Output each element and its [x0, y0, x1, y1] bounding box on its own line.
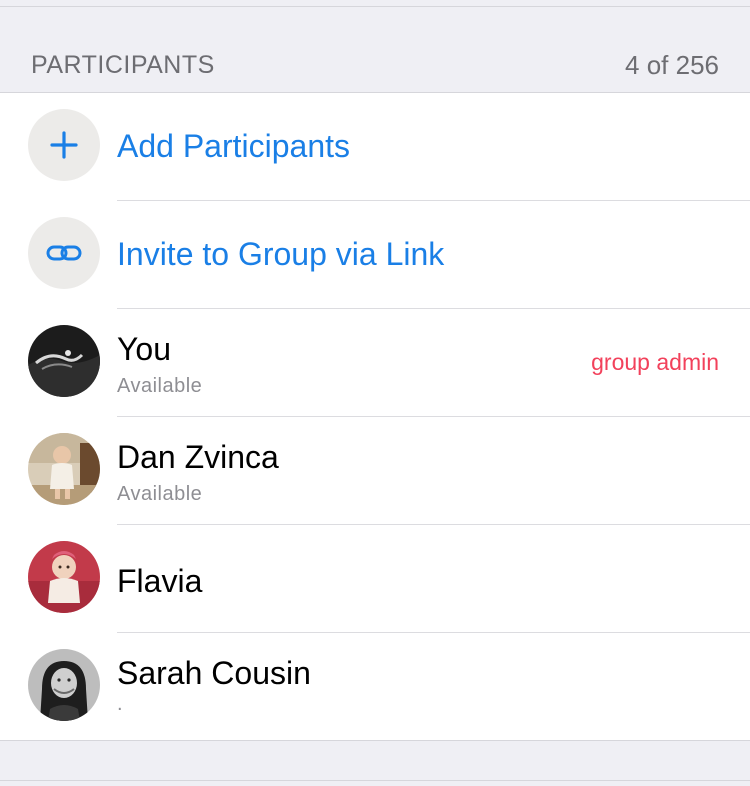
participants-section-header: PARTICIPANTS 4 of 256: [0, 7, 750, 93]
participant-status: Available: [117, 483, 203, 505]
participant-status: Available: [117, 375, 203, 397]
add-participants-label[interactable]: Add Participants: [117, 128, 350, 165]
bottom-divider: [0, 780, 750, 781]
participant-name: Sarah Cousin: [117, 655, 311, 691]
participant-name: You: [117, 331, 171, 367]
participant-name: Flavia: [117, 563, 203, 599]
add-participants-button[interactable]: [28, 109, 100, 181]
participant-status: .: [117, 693, 124, 715]
participants-list: Add Participants Invite to Group via Lin…: [0, 93, 750, 741]
avatar[interactable]: [28, 541, 100, 613]
add-participants-row[interactable]: Add Participants: [0, 93, 750, 201]
group-admin-badge: group admin: [591, 349, 719, 375]
participant-row-dan-zvinca[interactable]: Dan Zvinca Available: [0, 417, 750, 525]
participant-name: Dan Zvinca: [117, 439, 279, 475]
participant-row-flavia[interactable]: Flavia: [0, 525, 750, 633]
avatar[interactable]: [28, 433, 100, 505]
avatar[interactable]: [28, 649, 100, 721]
participant-row-you[interactable]: You Available group admin: [0, 309, 750, 417]
participant-count: 4 of 256: [625, 50, 719, 80]
invite-link-label[interactable]: Invite to Group via Link: [117, 236, 444, 273]
plus-icon: [50, 131, 78, 159]
participant-row-sarah-cousin[interactable]: Sarah Cousin .: [0, 633, 750, 740]
invite-link-button[interactable]: [28, 217, 100, 289]
avatar[interactable]: [28, 325, 100, 397]
invite-link-row[interactable]: Invite to Group via Link: [0, 201, 750, 309]
section-title: PARTICIPANTS: [31, 51, 215, 79]
link-icon: [46, 245, 82, 261]
